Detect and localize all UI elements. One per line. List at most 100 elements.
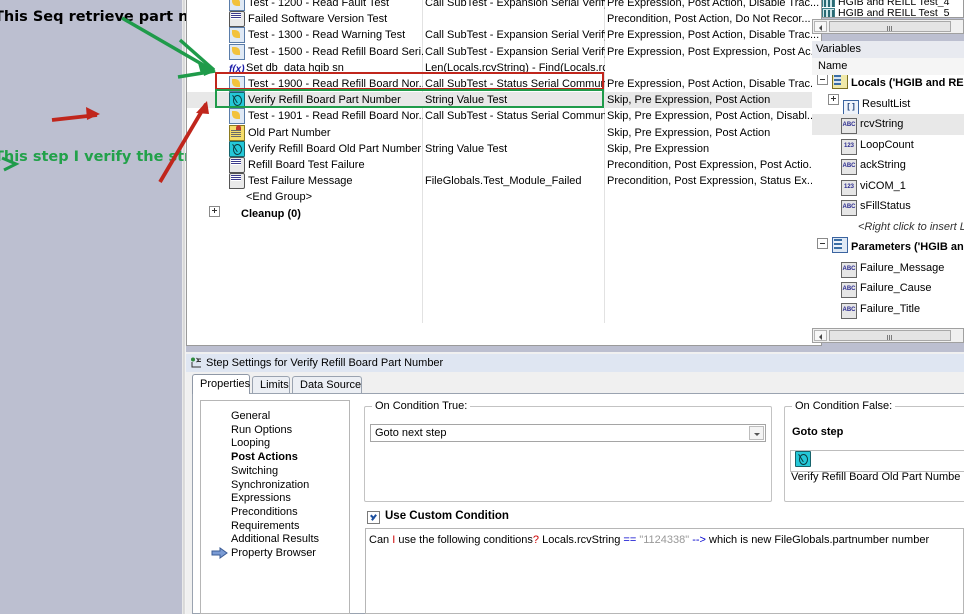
table-row[interactable]: <End Group> xyxy=(187,189,821,205)
tree-expander[interactable] xyxy=(817,75,828,85)
list-item[interactable]: <Right click to insert Local xyxy=(812,217,964,238)
category-item-property-browser[interactable]: Property Browser xyxy=(231,546,316,560)
step-settings-cell[interactable]: Precondition, Post Expression, Status Ex… xyxy=(605,173,821,189)
list-item[interactable]: ABC Failure_Cause xyxy=(812,278,964,299)
chevron-down-icon[interactable] xyxy=(749,426,764,440)
step-settings-cell[interactable] xyxy=(605,60,821,76)
step-name-cell[interactable]: Cleanup (0) xyxy=(187,205,423,222)
step-type-cell[interactable] xyxy=(423,157,605,173)
table-row[interactable]: Failed Software Version Test Precondition… xyxy=(187,11,821,28)
step-name-cell[interactable]: Refill Board Test Failure xyxy=(187,157,423,173)
list-item[interactable]: [ ] ResultList xyxy=(812,93,964,114)
step-name-cell[interactable]: Test - 1200 - Read Fault Test xyxy=(187,0,423,11)
step-settings-cell[interactable]: Skip, Pre Expression xyxy=(605,141,821,157)
step-settings-cell[interactable]: Precondition, Post Expression, Post Acti… xyxy=(605,157,821,173)
category-item-synchronization[interactable]: Synchronization xyxy=(231,478,309,492)
tab-limits[interactable]: Limits xyxy=(252,376,290,394)
tree-expander[interactable] xyxy=(828,93,839,105)
step-settings-tabstrip[interactable]: Properties Limits Data Source xyxy=(192,374,964,394)
step-settings-label: Pre Expression, Post Expression, Post Ac… xyxy=(607,45,820,58)
list-item[interactable]: HGIB and REILL Test_5 xyxy=(822,8,963,17)
tab-data-source[interactable]: Data Source xyxy=(292,376,362,394)
list-item[interactable]: 123 viCOM_1 xyxy=(812,176,964,197)
list-item[interactable]: ABC rcvString xyxy=(812,114,964,135)
category-item-looping[interactable]: Looping xyxy=(231,436,270,450)
tree-expander[interactable] xyxy=(817,238,828,249)
list-item[interactable]: 123 LoopCount xyxy=(812,135,964,156)
step-name-cell[interactable]: Old Part Number xyxy=(187,124,423,141)
on-condition-false-combobox[interactable]: Goto step xyxy=(790,424,964,442)
step-name-cell[interactable]: <End Group> xyxy=(187,189,423,205)
table-row[interactable]: Test Failure Message FileGlobals.Test_Mod… xyxy=(187,173,821,190)
category-item-run-options[interactable]: Run Options xyxy=(231,423,292,437)
list-item[interactable]: ABC Failure_Title xyxy=(812,299,964,320)
table-row[interactable]: Test - 1200 - Read Fault Test Call SubTes… xyxy=(187,0,821,11)
step-settings-cell[interactable] xyxy=(605,206,821,222)
table-row[interactable]: Refill Board Test Failure Precondition, P… xyxy=(187,157,821,173)
step-type-cell[interactable] xyxy=(423,189,605,205)
step-name-cell[interactable]: Test - 1300 - Read Warning Test xyxy=(187,27,423,44)
step-type-cell[interactable]: Call SubTest - Expansion Serial Verify .… xyxy=(423,0,605,11)
step-type-cell[interactable] xyxy=(423,11,605,27)
step-name-cell[interactable]: Test - 1901 - Read Refill Board Nor... xyxy=(187,108,423,125)
category-item-additional-results[interactable]: Additional Results xyxy=(231,532,319,546)
use-custom-condition-checkbox[interactable] xyxy=(367,511,380,524)
table-row[interactable]: Test - 1500 - Read Refill Board Seri... C… xyxy=(187,43,821,60)
step-type-cell[interactable]: Call SubTest - Expansion Serial Verify .… xyxy=(423,44,605,60)
table-row[interactable]: Old Part Number Skip, Pre Expression, Pos… xyxy=(187,124,821,141)
step-name-cell[interactable]: Verify Refill Board Old Part Number xyxy=(187,140,423,157)
step-settings-cell[interactable]: Skip, Pre Expression, Post Action, Disab… xyxy=(605,108,821,124)
scroll-left-arrow-icon[interactable] xyxy=(814,21,827,32)
list-item[interactable]: HGIB and REILL Test_4 xyxy=(822,0,963,7)
step-settings-cell[interactable]: Precondition, Post Action, Do Not Recor.… xyxy=(605,11,821,27)
table-row[interactable]: Cleanup (0) xyxy=(187,205,821,222)
string-icon: ABC xyxy=(841,159,857,175)
table-row[interactable]: Verify Refill Board Old Part Number Strin… xyxy=(187,140,821,157)
step-type-cell[interactable] xyxy=(423,206,605,222)
step-settings-cell[interactable]: Pre Expression, Post Expression, Post Ac… xyxy=(605,44,821,60)
variables-column-header[interactable]: Name xyxy=(812,58,964,76)
variables-hscrollbar[interactable] xyxy=(812,328,964,343)
step-settings-cell[interactable]: Pre Expression, Post Action, Disable Tra… xyxy=(605,0,821,11)
step-type-cell[interactable] xyxy=(423,125,605,141)
on-condition-true-combobox[interactable]: Goto next step xyxy=(370,424,766,442)
category-item-general[interactable]: General xyxy=(231,409,270,423)
list-item[interactable]: ABC ackString xyxy=(812,155,964,176)
category-item-post-actions[interactable]: Post Actions xyxy=(231,450,298,464)
variables-tree[interactable]: Locals ('HGIB and RE[ ] ResultList ABC rcvS… xyxy=(812,75,964,328)
tab-properties[interactable]: Properties xyxy=(192,374,250,394)
sequences-list-hscrollbar[interactable] xyxy=(812,19,964,34)
category-item-preconditions[interactable]: Preconditions xyxy=(231,505,298,519)
step-name-cell[interactable]: Test - 1500 - Read Refill Board Seri... xyxy=(187,43,423,60)
tab-label: Properties xyxy=(200,378,251,390)
list-item[interactable]: Parameters ('HGIB an xyxy=(812,237,964,258)
category-item-requirements[interactable]: Requirements xyxy=(231,519,299,533)
scroll-left-arrow-icon-2[interactable] xyxy=(814,330,827,341)
sequence-step-list[interactable]: Test - 1200 - Read Fault Test Call SubTes… xyxy=(187,0,821,344)
table-row[interactable]: Test - 1300 - Read Warning Test Call SubT… xyxy=(187,27,821,44)
step-type-cell[interactable]: Call SubTest - Status Serial Communic... xyxy=(423,108,605,124)
step-name-cell[interactable]: Test Failure Message xyxy=(187,173,423,190)
step-settings-cell[interactable]: Pre Expression, Post Action, Disable Tra… xyxy=(605,27,821,43)
step-settings-cell[interactable]: Skip, Pre Expression, Post Action xyxy=(605,92,821,109)
step-settings-cell[interactable] xyxy=(605,189,821,205)
step-settings-cell[interactable]: Skip, Pre Expression, Post Action xyxy=(605,125,821,141)
spacer-icon xyxy=(229,189,243,203)
list-item[interactable]: Locals ('HGIB and RE xyxy=(812,75,964,94)
list-item[interactable]: ABC sFillStatus xyxy=(812,196,964,217)
step-type-cell[interactable]: String Value Test xyxy=(423,141,605,157)
category-item-switching[interactable]: Switching xyxy=(231,464,278,478)
step-settings-cell[interactable]: Pre Expression, Post Action, Disable Tra… xyxy=(605,76,821,92)
scroll-thumb[interactable] xyxy=(829,21,951,32)
category-item-expressions[interactable]: Expressions xyxy=(231,491,291,505)
table-row[interactable]: Test - 1901 - Read Refill Board Nor... Ca… xyxy=(187,108,821,125)
scroll-thumb-2[interactable] xyxy=(829,330,951,341)
settings-category-list[interactable]: General Run Options Looping Post Actions Swi… xyxy=(200,400,350,614)
sequences-list[interactable]: HGIB and REILL Test_4 HGIB and REILL Test… xyxy=(822,0,964,18)
list-item[interactable]: ABC Failure_Message xyxy=(812,258,964,279)
step-type-cell[interactable]: Call SubTest - Expansion Serial Verify .… xyxy=(423,27,605,43)
step-type-cell[interactable]: FileGlobals.Test_Module_Failed xyxy=(423,173,605,189)
on-condition-false-target-step[interactable]: Verify Refill Board Old Part Numbe xyxy=(790,450,964,483)
step-name-cell[interactable]: Failed Software Version Test xyxy=(187,11,423,28)
tree-expander[interactable] xyxy=(209,205,220,217)
